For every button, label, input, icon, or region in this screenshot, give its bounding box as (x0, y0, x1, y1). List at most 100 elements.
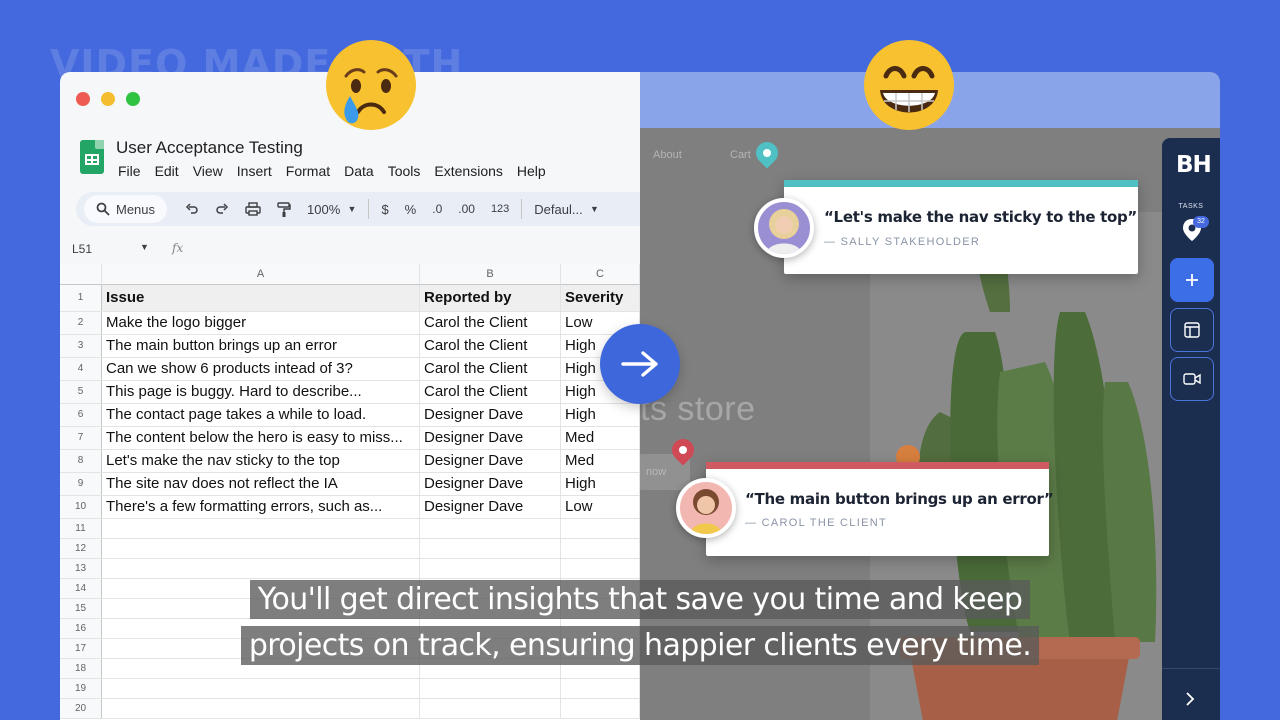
table-cell[interactable]: Carol the Client (420, 358, 561, 380)
currency-format-button[interactable]: $ (373, 195, 396, 223)
row-number[interactable]: 4 (60, 358, 102, 380)
row-number[interactable]: 11 (60, 519, 102, 538)
column-header-a[interactable]: A (102, 264, 420, 285)
table-cell[interactable]: Designer Dave (420, 473, 561, 495)
card-accent-bar (784, 180, 1138, 187)
table-cell[interactable] (561, 699, 640, 718)
row-number[interactable]: 8 (60, 450, 102, 472)
row-number[interactable]: 6 (60, 404, 102, 426)
row-number[interactable]: 20 (60, 699, 102, 718)
table-cell[interactable] (102, 539, 420, 558)
menu-file[interactable]: File (118, 163, 141, 179)
table-cell[interactable]: The site nav does not reflect the IA (102, 473, 420, 495)
menu-format[interactable]: Format (286, 163, 330, 179)
redo-button[interactable] (207, 195, 237, 223)
number-format-button[interactable]: 123 (483, 195, 517, 223)
paint-format-button[interactable] (269, 195, 299, 223)
table-cell[interactable] (561, 519, 640, 538)
location-pin-icon[interactable] (751, 137, 783, 169)
row-number[interactable]: 2 (60, 312, 102, 334)
table-cell[interactable]: Designer Dave (420, 450, 561, 472)
table-cell[interactable] (420, 519, 561, 538)
zoom-select[interactable]: 100% ▼ (299, 195, 364, 223)
feedback-card[interactable]: “The main button brings up an error” — C… (706, 462, 1054, 556)
table-cell[interactable]: Carol the Client (420, 335, 561, 357)
site-nav-about[interactable]: About (653, 149, 682, 161)
row-number[interactable]: 13 (60, 559, 102, 578)
menus-search-button[interactable]: Menus (84, 195, 168, 223)
sheets-logo-icon[interactable] (80, 140, 104, 174)
site-nav-cart[interactable]: Cart (730, 149, 751, 161)
table-cell[interactable]: Designer Dave (420, 496, 561, 518)
row-number[interactable]: 3 (60, 335, 102, 357)
feedback-card[interactable]: “Let's make the nav sticky to the top” —… (784, 180, 1138, 274)
row-number[interactable]: 1 (60, 285, 102, 311)
table-cell[interactable] (561, 559, 640, 578)
increase-decimal-button[interactable]: .00 (450, 195, 483, 223)
app-logo[interactable]: BH (1176, 152, 1212, 178)
transition-arrow-button[interactable] (600, 324, 680, 404)
document-title[interactable]: User Acceptance Testing (116, 138, 303, 158)
row-number[interactable]: 12 (60, 539, 102, 558)
menu-edit[interactable]: Edit (155, 163, 179, 179)
decrease-decimal-button[interactable]: .0 (424, 195, 450, 223)
row-number[interactable]: 19 (60, 679, 102, 698)
select-all-corner[interactable] (60, 264, 102, 285)
header-cell[interactable]: Reported by (420, 285, 561, 311)
table-cell[interactable] (420, 559, 561, 578)
table-cell[interactable]: The contact page takes a while to load. (102, 404, 420, 426)
column-header-c[interactable]: C (561, 264, 640, 285)
table-cell[interactable]: High (561, 473, 640, 495)
table-cell[interactable]: Carol the Client (420, 312, 561, 334)
chevron-right-icon[interactable] (1184, 691, 1196, 707)
table-cell[interactable]: This page is buggy. Hard to describe... (102, 381, 420, 403)
table-cell[interactable] (420, 679, 561, 698)
menu-view[interactable]: View (193, 163, 223, 179)
table-cell[interactable] (420, 539, 561, 558)
table-cell[interactable] (561, 539, 640, 558)
table-cell[interactable]: Can we show 6 products intead of 3? (102, 358, 420, 380)
percent-format-button[interactable]: % (397, 195, 425, 223)
table-cell[interactable]: The main button brings up an error (102, 335, 420, 357)
layout-button[interactable] (1170, 308, 1214, 352)
row-number[interactable]: 7 (60, 427, 102, 449)
table-cell[interactable] (102, 699, 420, 718)
name-box[interactable]: L51 (72, 242, 92, 256)
header-cell[interactable]: Severity (561, 285, 640, 311)
row-number[interactable]: 10 (60, 496, 102, 518)
table-cell[interactable] (561, 679, 640, 698)
maximize-window-button[interactable] (126, 92, 140, 106)
table-cell[interactable] (102, 559, 420, 578)
table-cell[interactable] (102, 519, 420, 538)
table-cell[interactable]: Make the logo bigger (102, 312, 420, 334)
undo-button[interactable] (177, 195, 207, 223)
record-video-button[interactable] (1170, 357, 1214, 401)
table-cell[interactable]: Carol the Client (420, 381, 561, 403)
header-cell[interactable]: Issue (102, 285, 420, 311)
table-cell[interactable]: Med (561, 427, 640, 449)
add-task-button[interactable] (1170, 258, 1214, 302)
font-select[interactable]: Defaul... ▼ (526, 195, 607, 223)
table-cell[interactable]: Designer Dave (420, 427, 561, 449)
menu-extensions[interactable]: Extensions (434, 163, 502, 179)
table-cell[interactable]: Med (561, 450, 640, 472)
row-number[interactable]: 5 (60, 381, 102, 403)
print-button[interactable] (237, 195, 269, 223)
menu-help[interactable]: Help (517, 163, 546, 179)
menu-insert[interactable]: Insert (237, 163, 272, 179)
table-cell[interactable] (102, 679, 420, 698)
table-cell[interactable]: High (561, 404, 640, 426)
table-cell[interactable]: The content below the hero is easy to mi… (102, 427, 420, 449)
close-window-button[interactable] (76, 92, 90, 106)
column-header-b[interactable]: B (420, 264, 561, 285)
minimize-window-button[interactable] (101, 92, 115, 106)
table-cell[interactable]: Designer Dave (420, 404, 561, 426)
table-cell[interactable] (420, 699, 561, 718)
table-cell[interactable]: There's a few formatting errors, such as… (102, 496, 420, 518)
table-cell[interactable]: Low (561, 496, 640, 518)
chevron-down-icon[interactable]: ▼ (140, 242, 149, 252)
menu-data[interactable]: Data (344, 163, 374, 179)
menu-tools[interactable]: Tools (388, 163, 421, 179)
row-number[interactable]: 9 (60, 473, 102, 495)
table-cell[interactable]: Let's make the nav sticky to the top (102, 450, 420, 472)
